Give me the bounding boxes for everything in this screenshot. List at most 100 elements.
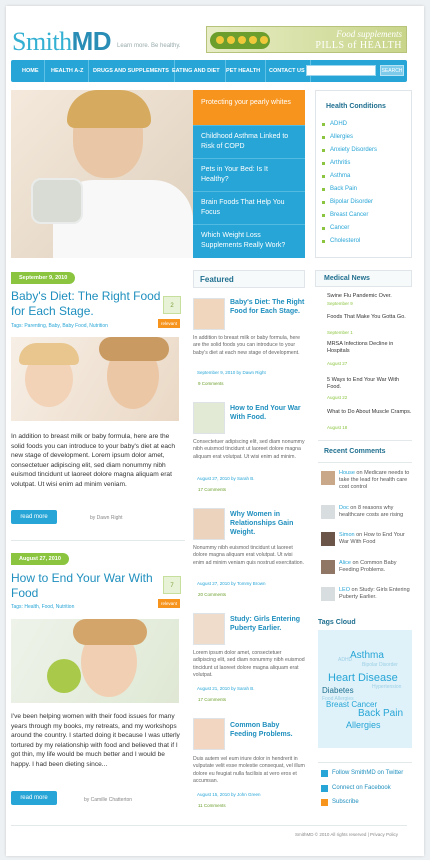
slide-item-4[interactable]: Brain Foods That Help You Focus bbox=[193, 192, 305, 225]
comment-count[interactable]: 7 bbox=[163, 576, 181, 594]
tag-link[interactable]: Diabetes bbox=[322, 686, 354, 695]
tag-link[interactable]: Food Allergies bbox=[322, 696, 354, 702]
hero-image[interactable] bbox=[11, 90, 193, 258]
comment-entry: Doc on 8 reasons why healthcare costs ar… bbox=[339, 505, 404, 518]
featured-thumb[interactable] bbox=[193, 298, 225, 330]
avatar[interactable] bbox=[321, 560, 335, 574]
featured-item-comments[interactable]: 17 Comments bbox=[198, 697, 226, 702]
featured-item-meta[interactable]: August 27, 2010 by Tommy Brown bbox=[197, 581, 265, 586]
search-button[interactable]: SEARCH bbox=[380, 65, 404, 76]
featured-item-comments[interactable]: 11 Comments bbox=[198, 803, 226, 808]
featured-thumb[interactable] bbox=[193, 613, 225, 645]
post-image-apple[interactable] bbox=[11, 619, 179, 703]
condition-link[interactable]: Cancer bbox=[330, 225, 349, 231]
featured-item-title[interactable]: Study: Girls Entering Puberty Earlier. bbox=[230, 615, 305, 633]
post-author: by Camille Chatterton bbox=[84, 797, 133, 803]
avatar[interactable] bbox=[321, 505, 335, 519]
featured-item-meta[interactable]: August 27, 2010 by Sarah B. bbox=[197, 476, 255, 481]
featured-item-text: Duis autem vel eum iriure dolor in hendr… bbox=[193, 756, 305, 784]
news-date: September 1 bbox=[327, 330, 353, 335]
nav-drugs-supplements[interactable]: DRUGS AND SUPPLEMENTS bbox=[88, 60, 175, 82]
featured-item-text: Consectetuer adipiscing elit, sed diam n… bbox=[193, 439, 305, 460]
news-link[interactable]: Foods That Make You Gotta Go. bbox=[322, 314, 412, 321]
footer-text: SmithMD © 2010 All rights reserved | Pri… bbox=[295, 832, 399, 837]
condition-link[interactable]: ADHD bbox=[330, 121, 347, 127]
peas-image bbox=[210, 32, 270, 49]
tag-link[interactable]: Asthma bbox=[350, 650, 384, 661]
facebook-link[interactable]: Connect on Facebook bbox=[321, 785, 391, 792]
nav-health-a-z[interactable]: HEALTH A-Z bbox=[46, 60, 90, 82]
slide-item-5[interactable]: Which Weight Loss Supplements Really Wor… bbox=[193, 225, 305, 258]
tag-link[interactable]: Back Pain bbox=[358, 708, 403, 719]
featured-item-text: Nonummy nibh euismod tincidunt ut laoree… bbox=[193, 545, 305, 566]
featured-thumb[interactable] bbox=[193, 508, 225, 540]
condition-link[interactable]: Back Pain bbox=[330, 186, 357, 192]
condition-link[interactable]: Bipolar Disorder bbox=[330, 199, 373, 205]
dental-model-image bbox=[31, 178, 83, 224]
featured-item-title[interactable]: How to End Your War With Food. bbox=[230, 404, 305, 422]
subscribe-link[interactable]: Subscribe bbox=[321, 799, 359, 806]
news-link[interactable]: What to Do About Muscle Cramps. bbox=[322, 409, 412, 416]
nav-pet-health[interactable]: PET HEALTH bbox=[221, 60, 267, 82]
condition-link[interactable]: Asthma bbox=[330, 173, 350, 179]
slide-item-3[interactable]: Pets in Your Bed: Is It Healthy? bbox=[193, 159, 305, 192]
twitter-link[interactable]: Follow SmithMD on Twitter bbox=[321, 770, 403, 777]
condition-link[interactable]: Allergies bbox=[330, 134, 353, 140]
avatar[interactable] bbox=[321, 587, 335, 601]
featured-item-meta[interactable]: August 15, 2010 by John Green bbox=[197, 792, 261, 797]
search-input[interactable] bbox=[306, 65, 376, 76]
news-date: August 27 bbox=[327, 361, 348, 366]
avatar[interactable] bbox=[321, 471, 335, 485]
featured-item-title[interactable]: Baby's Diet: The Right Food for Each Sta… bbox=[230, 298, 305, 316]
condition-link[interactable]: Cholesterol bbox=[330, 238, 360, 244]
nav-home[interactable]: HOME bbox=[17, 60, 45, 82]
tag-link[interactable]: Bipolar Disorder bbox=[362, 662, 398, 668]
featured-item-meta[interactable]: August 21, 2010 by Sarah B. bbox=[197, 686, 255, 691]
tag-link[interactable]: Allergies bbox=[346, 720, 381, 730]
tag-link[interactable]: Heart Disease bbox=[328, 672, 398, 684]
tag-link[interactable]: Hypertension bbox=[372, 684, 401, 690]
nav-contact-us[interactable]: CONTACT US bbox=[264, 60, 311, 82]
post-date-badge: September 9, 2010 bbox=[11, 272, 76, 284]
condition-link[interactable]: Anxiety Disorders bbox=[330, 147, 377, 153]
ad-line1: Food supplements bbox=[336, 29, 402, 39]
featured-item-meta[interactable]: September 9, 2010 by Dawn Right bbox=[197, 370, 266, 375]
news-date: August 22 bbox=[327, 395, 348, 400]
nav-eating-diet[interactable]: EATING AND DIET bbox=[167, 60, 226, 82]
site-logo[interactable]: SmithMD bbox=[12, 26, 112, 57]
post-title[interactable]: How to End Your War With Food bbox=[11, 571, 161, 601]
slide-item-1[interactable]: Protecting your pearly whites bbox=[193, 90, 305, 126]
comment-entry: Simon on How to End Your War With Food bbox=[339, 532, 405, 545]
featured-item-title[interactable]: Common Baby Feeding Problems. bbox=[230, 721, 305, 739]
ad-line2: PILLS of HEALTH bbox=[315, 40, 402, 51]
comment-entry: Alice on Common Baby Feeding Problems. bbox=[339, 560, 397, 573]
featured-item-comments[interactable]: 20 Comments bbox=[198, 592, 226, 597]
ad-banner[interactable]: Food supplements PILLS of HEALTH bbox=[206, 26, 407, 53]
news-link[interactable]: 5 Ways to End Your War With Food. bbox=[322, 377, 412, 391]
post-image-baby[interactable] bbox=[11, 337, 179, 421]
read-more-button[interactable]: read more bbox=[11, 510, 57, 524]
news-date: August 18 bbox=[327, 425, 348, 430]
site-tagline: Learn more. Be healthy. bbox=[117, 43, 181, 49]
news-link[interactable]: MRSA Infections Decline in Hospitals bbox=[322, 341, 412, 355]
condition-link[interactable]: Arthritis bbox=[330, 160, 350, 166]
featured-item-comments[interactable]: 9 Comments bbox=[198, 381, 224, 386]
comment-entry: House on Medicare needs to take the lead… bbox=[339, 470, 410, 490]
post-tags[interactable]: Tags: Health, Food, Nutrition bbox=[11, 604, 74, 610]
slide-item-2[interactable]: Childhood Asthma Linked to Risk of COPD bbox=[193, 126, 305, 159]
featured-item-comments[interactable]: 17 Comments bbox=[198, 487, 226, 492]
featured-thumb[interactable] bbox=[193, 402, 225, 434]
post-title[interactable]: Baby's Diet: The Right Food for Each Sta… bbox=[11, 289, 161, 319]
news-date: September 9 bbox=[327, 301, 353, 306]
featured-thumb[interactable] bbox=[193, 718, 225, 750]
avatar[interactable] bbox=[321, 532, 335, 546]
post-excerpt: I've been helping women with their food … bbox=[11, 713, 180, 768]
featured-item-title[interactable]: Why Women in Relationships Gain Weight. bbox=[230, 510, 305, 537]
facebook-icon bbox=[321, 785, 328, 792]
condition-link[interactable]: Breast Cancer bbox=[330, 212, 368, 218]
news-link[interactable]: Swine Flu Pandemic Over. bbox=[322, 293, 412, 300]
post-tags[interactable]: Tags: Parenting, Baby, Baby Food, Nutrit… bbox=[11, 323, 108, 329]
comment-count[interactable]: 2 bbox=[163, 296, 181, 314]
read-more-button[interactable]: read more bbox=[11, 791, 57, 805]
tag-link[interactable]: ADHD bbox=[338, 657, 352, 663]
